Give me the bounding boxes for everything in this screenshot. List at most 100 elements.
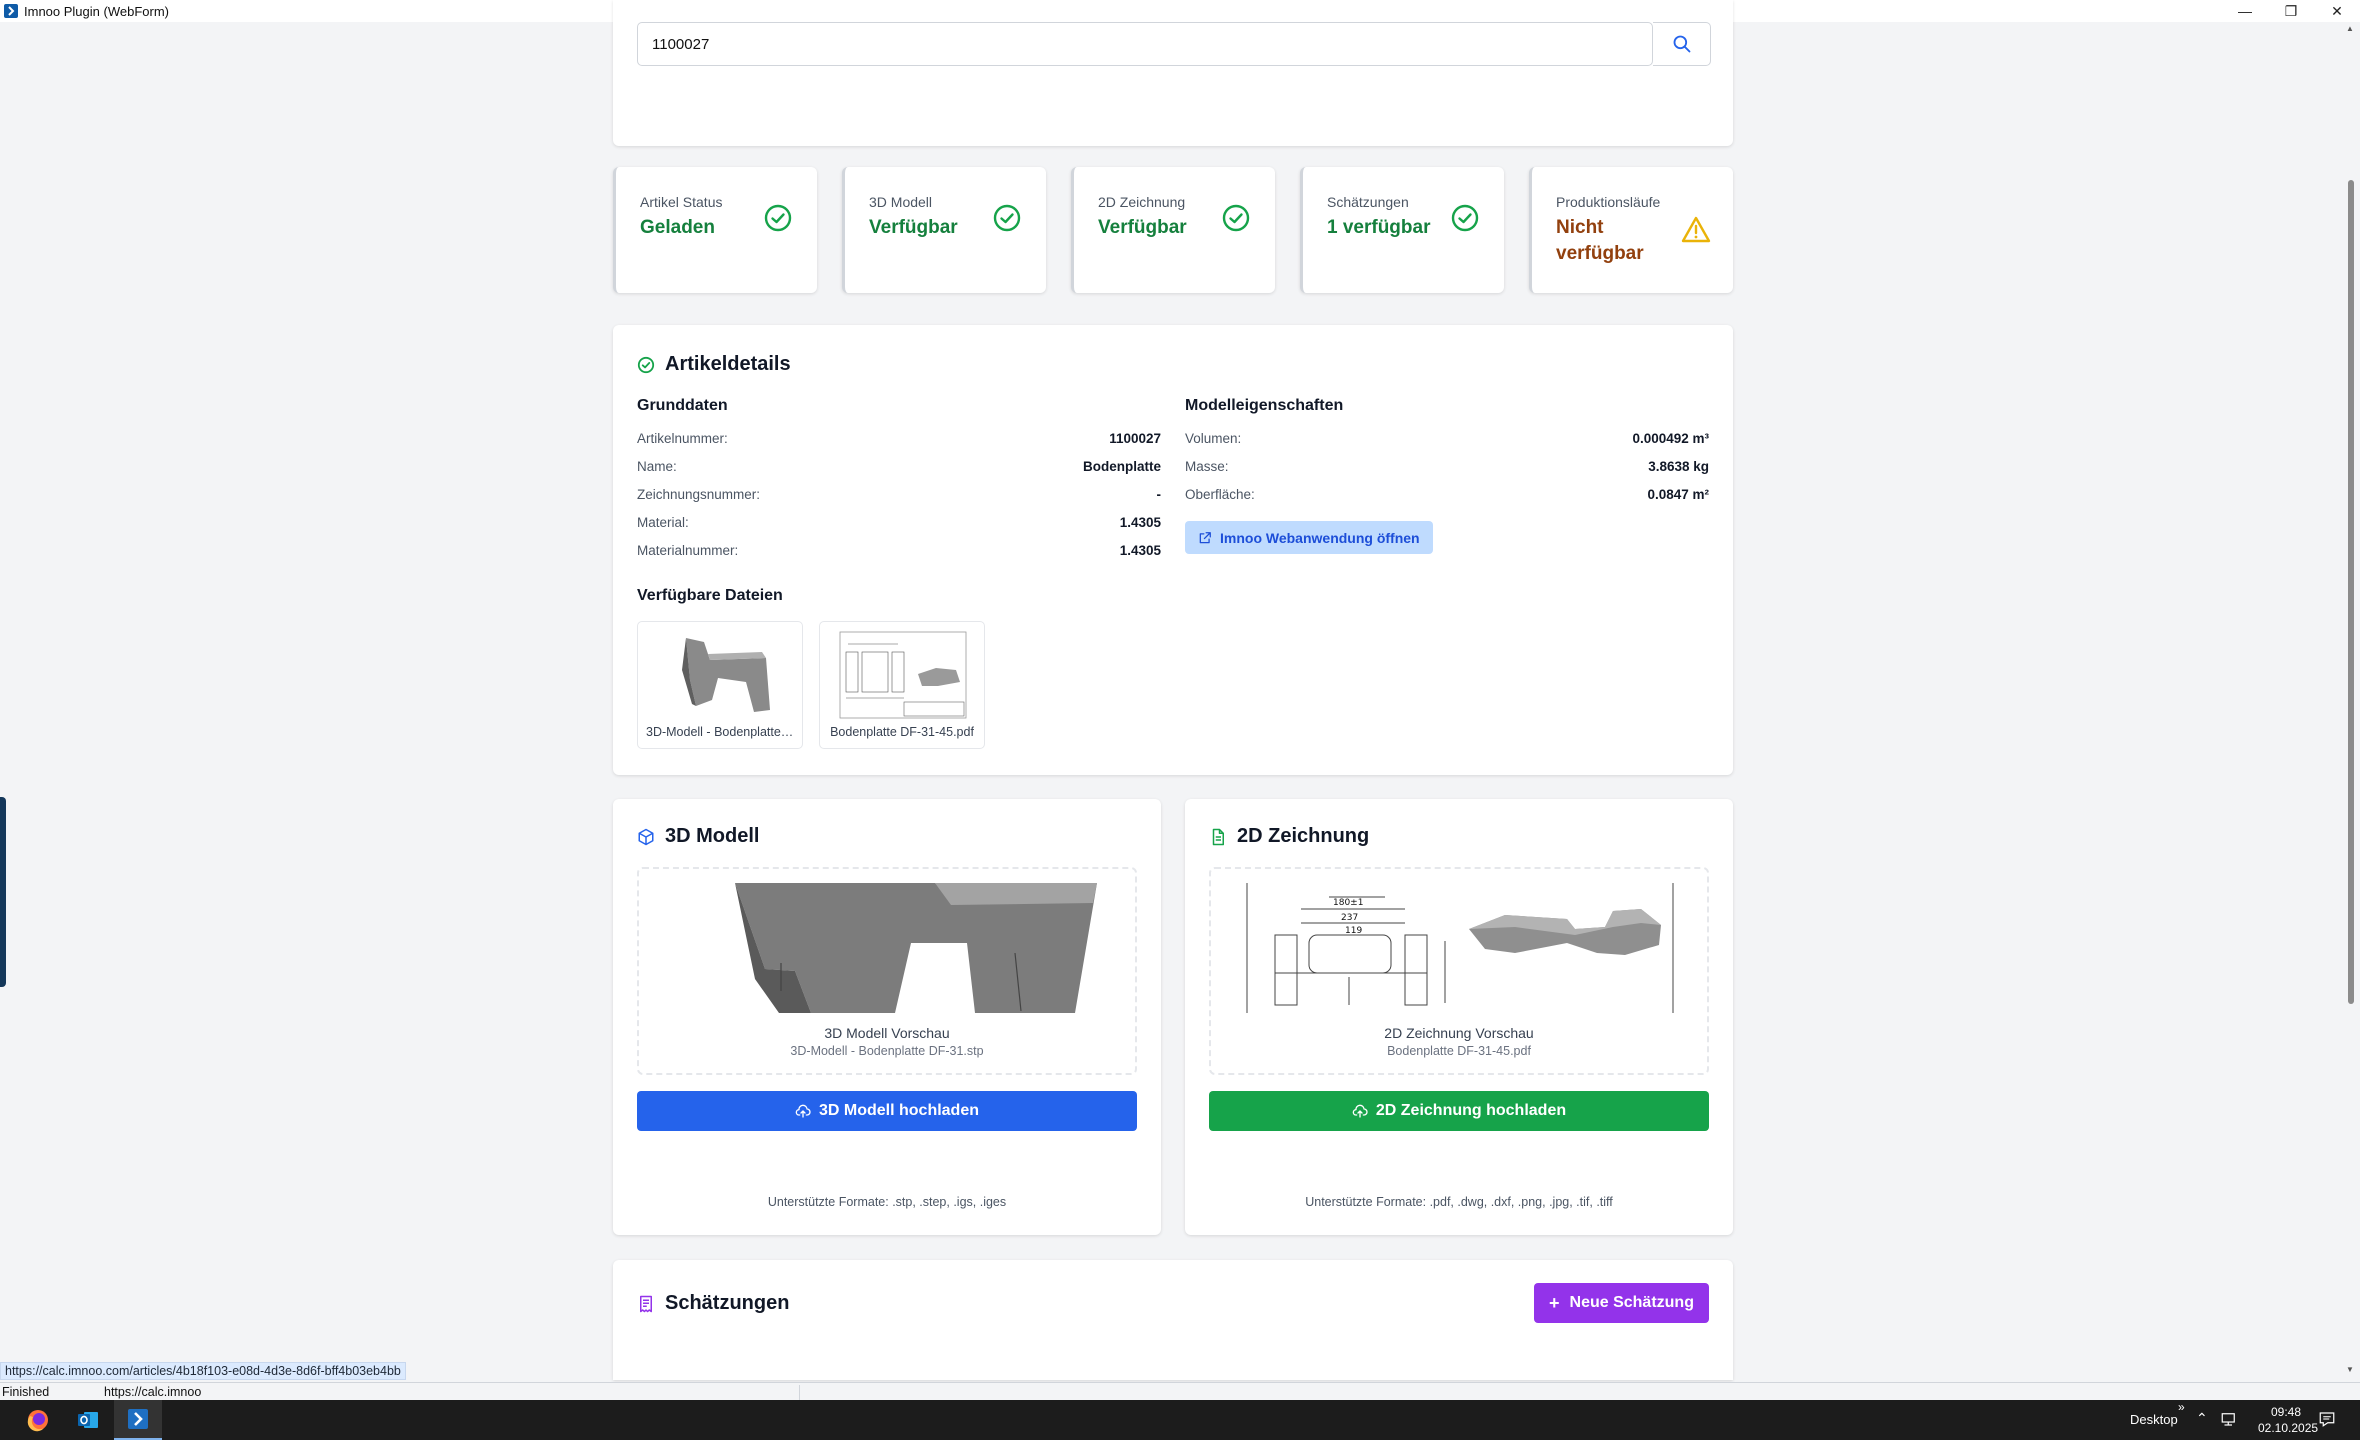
open-webapp-button[interactable]: Imnoo Webanwendung öffnen xyxy=(1185,521,1433,554)
status-label: 2D Zeichnung xyxy=(1098,194,1186,210)
browser-statusbar: Finished https://calc.imnoo xyxy=(0,1382,2360,1401)
article-details-title: Artikeldetails xyxy=(637,353,791,376)
drawing-thumbnail xyxy=(839,631,967,719)
tray-expand-icon[interactable]: ⌃ xyxy=(2196,1410,2208,1427)
detail-value: 0.000492 m³ xyxy=(1632,431,1709,446)
2d-drawing-heading: 2D Zeichnung xyxy=(1237,825,1370,847)
detail-key: Artikelnummer: xyxy=(637,431,728,446)
status-card-2d-zeichnung: 2D Zeichnung Verfügbar xyxy=(1071,167,1275,293)
estimates-title: Schätzungen xyxy=(637,1292,789,1315)
new-estimate-label: Neue Schätzung xyxy=(1569,1294,1694,1311)
status-value: 1 verfügbar xyxy=(1327,217,1431,238)
3d-model-title: 3D Modell xyxy=(637,825,759,848)
imnoo-app-icon xyxy=(128,1409,148,1429)
detail-key: Zeichnungsnummer: xyxy=(637,487,761,502)
file-name: 3D-Modell - Bodenplatte DF-31.stp xyxy=(646,725,802,739)
2d-drawing-formats: Unterstützte Formate: .pdf, .dwg, .dxf, … xyxy=(1305,1195,1613,1209)
2d-drawing-preview-file: Bodenplatte DF-31-45.pdf xyxy=(1387,1044,1531,1058)
detail-key: Volumen: xyxy=(1185,431,1242,446)
page-scrollbar[interactable]: ▲ ▼ xyxy=(2342,22,2360,1376)
3d-model-preview-image xyxy=(735,883,1097,1013)
2d-drawing-card: 2D Zeichnung 180±1 237 119 2D Zeichnung … xyxy=(1185,799,1733,1235)
side-panel-tab[interactable] xyxy=(0,797,6,987)
notifications-icon[interactable] xyxy=(2318,1410,2336,1428)
app-icon xyxy=(4,4,18,18)
2d-drawing-preview[interactable]: 180±1 237 119 2D Zeichnung Vorschau Bode… xyxy=(1209,867,1709,1075)
cloud-upload-icon xyxy=(795,1104,811,1118)
plus-icon: + xyxy=(1549,1292,1560,1313)
scroll-up-icon[interactable]: ▲ xyxy=(2346,24,2354,33)
file-tile-drawing[interactable]: Bodenplatte DF-31-45.pdf xyxy=(819,621,985,749)
open-webapp-label: Imnoo Webanwendung öffnen xyxy=(1220,529,1420,546)
files-heading: Verfügbare Dateien xyxy=(637,587,783,604)
scroll-down-icon[interactable]: ▼ xyxy=(2346,1365,2354,1374)
status-label: Artikel Status xyxy=(640,194,723,210)
2d-drawing-preview-image: 180±1 237 119 xyxy=(1245,883,1675,1013)
3d-model-preview[interactable]: 3D Modell Vorschau 3D-Modell - Bodenplat… xyxy=(637,867,1137,1075)
cube-icon xyxy=(638,828,654,845)
estimates-card: Schätzungen + Neue Schätzung xyxy=(613,1260,1733,1380)
status-value: Verfügbar xyxy=(1098,217,1187,238)
2d-drawing-preview-title: 2D Zeichnung Vorschau xyxy=(1384,1025,1534,1041)
upload-3d-model-button[interactable]: 3D Modell hochladen xyxy=(637,1091,1137,1131)
file-name: Bodenplatte DF-31-45.pdf xyxy=(830,725,974,739)
detail-key: Materialnummer: xyxy=(637,543,739,558)
2d-drawing-title: 2D Zeichnung xyxy=(1209,825,1369,848)
cloud-upload-icon xyxy=(1352,1104,1368,1118)
grunddaten-heading: Grunddaten xyxy=(637,397,728,414)
search-card xyxy=(613,0,1733,146)
clock-time: 09:48 xyxy=(2270,1405,2302,1419)
clock-date: 02.10.2025 xyxy=(2258,1421,2319,1435)
toolbar-overflow-icon[interactable]: » xyxy=(2178,1400,2185,1414)
modelleigenschaften-heading: Modelleigenschaften xyxy=(1185,397,1344,414)
3d-model-heading: 3D Modell xyxy=(665,825,760,847)
detail-value: 1.4305 xyxy=(1119,515,1161,530)
detail-value: 1.4305 xyxy=(1119,543,1161,558)
status-card-produktionslaeufe: Produktionsläufe Nicht verfügbar xyxy=(1529,167,1733,293)
detail-value: 1100027 xyxy=(1109,431,1161,446)
status-location: https://calc.imnoo xyxy=(104,1385,800,1401)
check-circle-icon xyxy=(764,204,792,232)
window-title: Imnoo Plugin (WebForm) xyxy=(24,3,169,19)
upload-2d-drawing-button[interactable]: 2D Zeichnung hochladen xyxy=(1209,1091,1709,1131)
taskbar-outlook[interactable] xyxy=(64,1400,112,1440)
detail-key: Name: xyxy=(637,459,677,474)
article-details-card: Artikeldetails Grunddaten Artikelnummer:… xyxy=(613,325,1733,775)
warning-triangle-icon xyxy=(1681,216,1711,243)
minimize-button[interactable]: — xyxy=(2222,0,2268,22)
firefox-icon xyxy=(27,1410,48,1432)
status-value: Nicht verfügbar xyxy=(1556,217,1644,264)
link-hover-url: https://calc.imnoo.com/articles/4b18f103… xyxy=(0,1362,406,1380)
status-text: Finished xyxy=(2,1385,50,1399)
close-button[interactable]: ✕ xyxy=(2314,0,2360,22)
detail-row-oberflaeche: Oberfläche: 0.0847 m² xyxy=(1185,487,1709,502)
detail-row-zeichnungsnummer: Zeichnungsnummer: - xyxy=(637,487,1161,502)
upload-3d-model-label: 3D Modell hochladen xyxy=(818,1102,979,1119)
taskbar-desktop-label[interactable]: Desktop xyxy=(2130,1412,2178,1427)
3d-model-preview-title: 3D Modell Vorschau xyxy=(824,1025,950,1041)
status-label: Produktionsläufe xyxy=(1556,194,1661,210)
3d-model-formats: Unterstützte Formate: .stp, .step, .igs,… xyxy=(767,1195,1007,1209)
status-card-3d-modell: 3D Modell Verfügbar xyxy=(842,167,1046,293)
check-circle-icon xyxy=(1222,204,1250,232)
taskbar-clock[interactable]: 09:48 02.10.2025 xyxy=(2258,1404,2319,1436)
estimates-heading: Schätzungen xyxy=(665,1292,790,1314)
search-input[interactable] xyxy=(637,22,1653,66)
detail-value: Bodenplatte xyxy=(1082,459,1161,474)
file-tile-3d-model[interactable]: 3D-Modell - Bodenplatte DF-31.stp xyxy=(637,621,803,749)
network-icon[interactable] xyxy=(2220,1410,2238,1428)
new-estimate-button[interactable]: + Neue Schätzung xyxy=(1534,1283,1709,1323)
3d-model-thumbnail xyxy=(682,638,770,712)
detail-row-masse: Masse: 3.8638 kg xyxy=(1185,459,1709,474)
detail-key: Masse: xyxy=(1185,459,1229,474)
status-value: Geladen xyxy=(640,217,715,238)
search-button[interactable] xyxy=(1653,22,1711,66)
taskbar-firefox[interactable] xyxy=(14,1400,62,1440)
detail-row-material: Material: 1.4305 xyxy=(637,515,1161,530)
3d-model-preview-file: 3D-Modell - Bodenplatte DF-31.stp xyxy=(790,1044,984,1058)
scrollbar-thumb[interactable] xyxy=(2348,180,2354,1004)
search-icon xyxy=(1673,35,1690,53)
taskbar-imnoo-plugin[interactable] xyxy=(114,1400,162,1440)
detail-row-materialnummer: Materialnummer: 1.4305 xyxy=(637,543,1161,558)
restore-button[interactable]: ❐ xyxy=(2268,0,2314,22)
